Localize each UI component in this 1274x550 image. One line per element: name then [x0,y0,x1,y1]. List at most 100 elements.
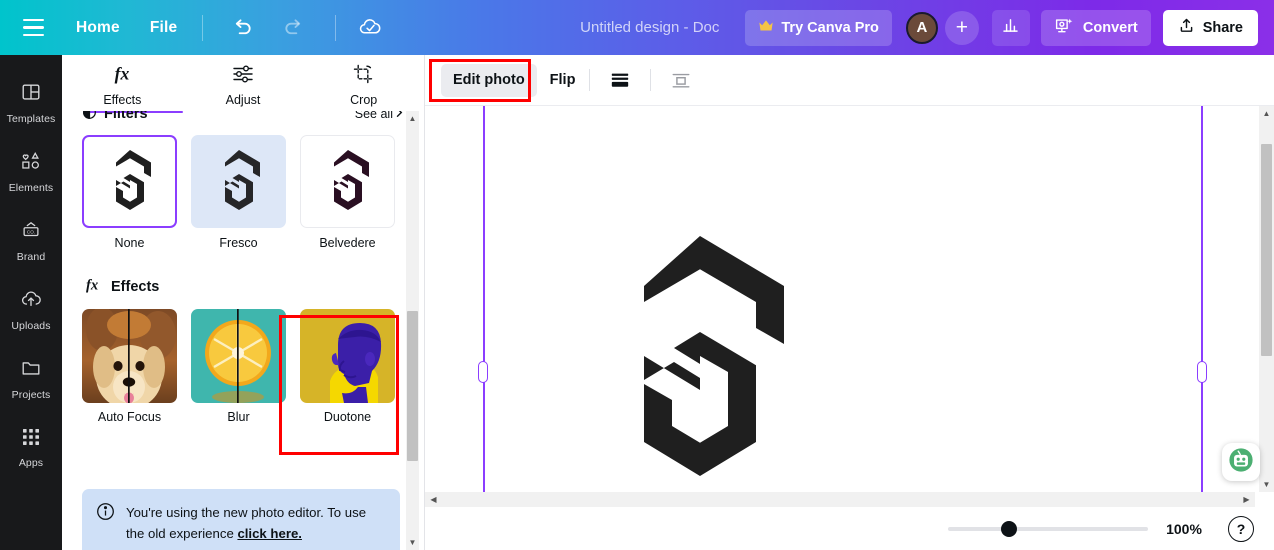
share-upload-icon [1178,17,1195,38]
apps-grid-icon [21,427,41,452]
svg-text:CO.: CO. [27,229,35,234]
hamburger-icon[interactable] [18,13,48,43]
edit-photo-button[interactable]: Edit photo [441,63,537,97]
canvas-scroll-up-arrow[interactable]: ▲ [1259,106,1274,121]
info-icon [96,502,115,544]
selection-guide-right [1201,106,1203,493]
filter-thumbnail[interactable] [191,135,286,228]
sidebar-item-label: Elements [8,181,54,194]
filter-label: Fresco [219,236,258,250]
effect-label: Duotone [323,410,372,424]
add-member-button[interactable]: + [944,10,979,45]
try-canva-pro-label: Try Canva Pro [781,19,879,36]
convert-button[interactable]: Convert [1040,9,1151,46]
sidebar-item-label: Apps [18,456,44,469]
header-divider-2 [335,14,337,41]
help-button[interactable]: ? [1228,515,1254,542]
duotone-thumbnail[interactable] [300,309,395,403]
hexagon-s-logo [644,236,784,476]
redo-icon[interactable] [276,11,310,45]
filter-item-fresco[interactable]: Fresco [191,135,286,250]
filter-thumbnail[interactable] [82,135,177,228]
see-all-label: See all [354,111,393,121]
magic-convert-icon [1054,16,1075,40]
filters-section-header: Filters See all [82,111,404,125]
collaborators-group: A + [905,10,979,45]
canvas-scroll-left-arrow[interactable]: ◀ [427,492,440,507]
tab-adjust[interactable]: Adjust [183,59,304,107]
filter-label: None [114,236,145,250]
flip-button[interactable]: Flip [550,72,576,88]
filters-title-group: Filters [82,111,148,124]
old-experience-link[interactable]: click here. [237,526,302,541]
panel-scrollbar[interactable]: ▲ ▼ [406,111,419,550]
sidebar-item-templates[interactable]: Templates [0,68,62,137]
insights-button[interactable] [991,9,1030,46]
bottom-bar: 100% ? [425,507,1274,550]
hexagon-s-logo-icon [224,149,260,210]
filter-item-none[interactable]: None [82,135,177,250]
selected-image-logo[interactable] [600,224,800,504]
svg-text:fx: fx [86,278,98,294]
folder-icon [20,357,42,384]
canvas-horizontal-scrollbar[interactable]: ◀ ▶ [425,492,1255,507]
effect-item-blur[interactable]: Blur [191,309,286,424]
design-page[interactable] [425,106,1245,493]
sidebar-item-brand[interactable]: CO. Brand [0,206,62,275]
fx-icon: fx [109,63,135,90]
sidebar-item-uploads[interactable]: Uploads [0,275,62,344]
blur-thumbnail[interactable] [191,309,286,403]
left-rail: Templates Elements CO. Brand Uploads Pro… [0,55,62,550]
filters-see-all-link[interactable]: See all [355,111,404,121]
chevron-right-icon [395,111,404,121]
tab-crop[interactable]: Crop [303,59,424,107]
undo-icon[interactable] [225,11,259,45]
zoom-slider[interactable] [948,520,1148,537]
zoom-slider-knob[interactable] [1001,520,1017,537]
assistant-button[interactable] [1222,443,1260,481]
tab-effects[interactable]: fx Effects [62,59,183,107]
crown-icon [758,19,774,37]
zoom-level-value: 100% [1166,520,1202,537]
filter-thumbnails-row: None Fresco Belvedere [82,135,404,250]
auto-focus-thumbnail[interactable] [82,309,177,403]
filter-thumbnail[interactable] [300,135,395,228]
resize-handle-left[interactable] [478,361,488,383]
document-title[interactable]: Untitled design - Doc [580,19,719,36]
crop-icon [352,63,376,90]
templates-icon [20,81,42,108]
canvas-vertical-scrollbar[interactable]: ▲ ▼ [1259,106,1274,492]
line-spacing-icon[interactable] [604,64,636,96]
effects-section-header: fx Effects [82,276,404,298]
canvas-scroll-down-arrow[interactable]: ▼ [1259,477,1274,492]
effect-label: Auto Focus [97,410,162,424]
sidebar-item-elements[interactable]: Elements [0,137,62,206]
fx-icon: fx [82,276,104,298]
file-menu[interactable]: File [150,19,178,37]
sidebar-item-apps[interactable]: Apps [0,413,62,482]
tab-label: Crop [350,93,378,107]
toolbar-divider-2 [650,69,652,91]
panel-scroll-up-arrow[interactable]: ▲ [406,111,419,126]
canvas-area[interactable] [425,106,1274,550]
resize-handle-right[interactable] [1197,361,1207,383]
panel-scrollbar-thumb[interactable] [407,311,418,461]
effect-item-duotone[interactable]: Duotone [300,309,395,424]
share-button[interactable]: Share [1162,9,1258,46]
avatar[interactable]: A [905,11,938,44]
photo-edit-panel: fx Effects Adjust Crop Filters See all N… [62,55,425,550]
home-link[interactable]: Home [76,19,120,37]
toolbar-divider-1 [589,69,591,91]
canvas-vertical-scrollbar-thumb[interactable] [1261,144,1272,356]
sidebar-item-projects[interactable]: Projects [0,344,62,413]
effect-label: Blur [227,410,250,424]
effect-item-auto-focus[interactable]: Auto Focus [82,309,177,424]
cloud-check-icon[interactable] [353,11,387,45]
share-label: Share [1202,19,1243,36]
position-align-icon[interactable] [665,64,697,96]
sidebar-item-label: Projects [11,388,51,401]
try-canva-pro-button[interactable]: Try Canva Pro [745,9,892,46]
canvas-scroll-right-arrow[interactable]: ▶ [1240,492,1253,507]
filter-item-belvedere[interactable]: Belvedere [300,135,395,250]
panel-scroll-down-arrow[interactable]: ▼ [406,535,419,550]
